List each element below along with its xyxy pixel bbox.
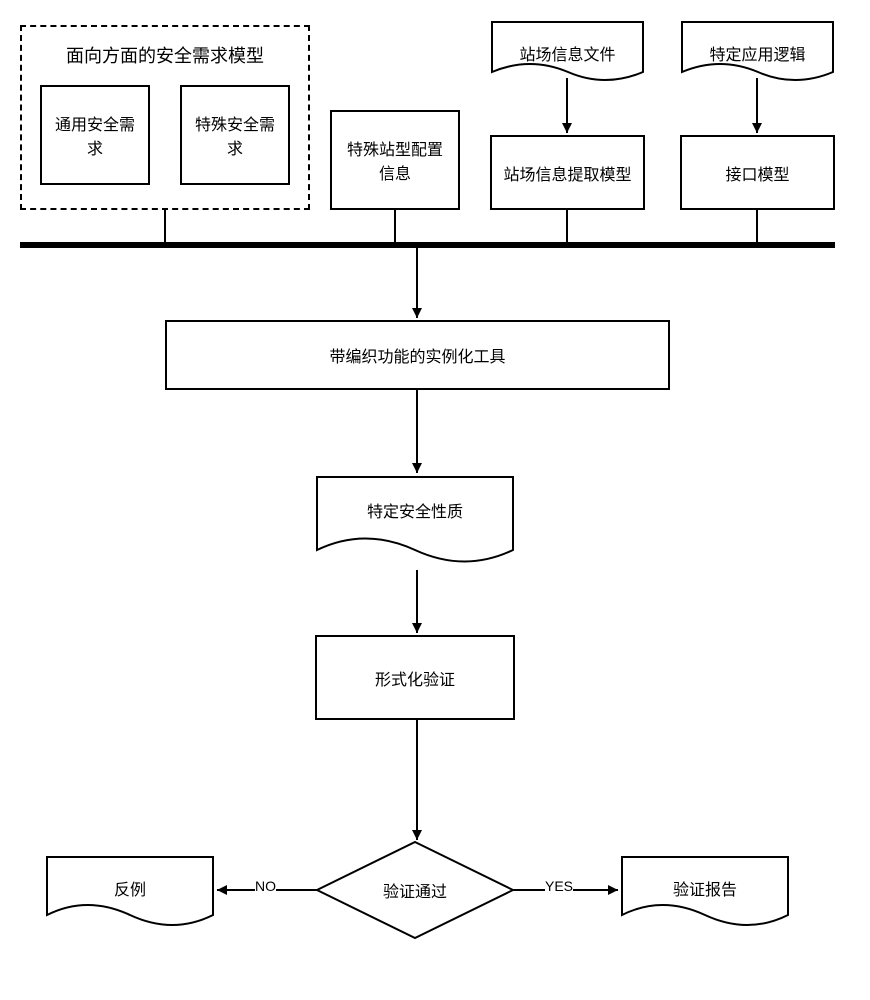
specific-safety-property-label: 特定安全性质: [367, 498, 463, 522]
station-info-file-label: 站场信息文件: [519, 41, 615, 65]
special-safety-req-box: 特殊安全需求: [180, 85, 290, 185]
no-label: NO: [255, 878, 276, 894]
instantiation-tool-label: 带编织功能的实例化工具: [329, 343, 505, 367]
station-info-file-doc: 站场信息文件: [490, 20, 645, 85]
group-title: 面向方面的安全需求模型: [66, 42, 264, 68]
special-station-config-label: 特殊站型配置信息: [340, 136, 450, 184]
verification-passed-diamond: 验证通过: [315, 840, 515, 940]
counterexample-label: 反例: [114, 876, 146, 900]
interface-model-label: 接口模型: [725, 161, 789, 185]
verification-report-doc: 验证报告: [620, 855, 790, 930]
formal-verification-label: 形式化验证: [375, 666, 455, 690]
special-req-label: 特殊安全需求: [190, 111, 280, 159]
station-extract-model-label: 站场信息提取模型: [503, 161, 631, 185]
verification-report-label: 验证报告: [673, 876, 737, 900]
specific-app-logic-doc: 特定应用逻辑: [680, 20, 835, 85]
specific-safety-property-doc: 特定安全性质: [315, 475, 515, 565]
formal-verification-box: 形式化验证: [315, 635, 515, 720]
special-station-config-box: 特殊站型配置信息: [330, 110, 460, 210]
verification-passed-label: 验证通过: [383, 878, 447, 902]
yes-label: YES: [545, 878, 573, 894]
general-safety-req-box: 通用安全需求: [40, 85, 150, 185]
general-req-label: 通用安全需求: [50, 111, 140, 159]
instantiation-tool-box: 带编织功能的实例化工具: [165, 320, 670, 390]
station-extract-model-box: 站场信息提取模型: [490, 135, 645, 210]
interface-model-box: 接口模型: [680, 135, 835, 210]
counterexample-doc: 反例: [45, 855, 215, 930]
specific-app-logic-label: 特定应用逻辑: [709, 41, 805, 65]
